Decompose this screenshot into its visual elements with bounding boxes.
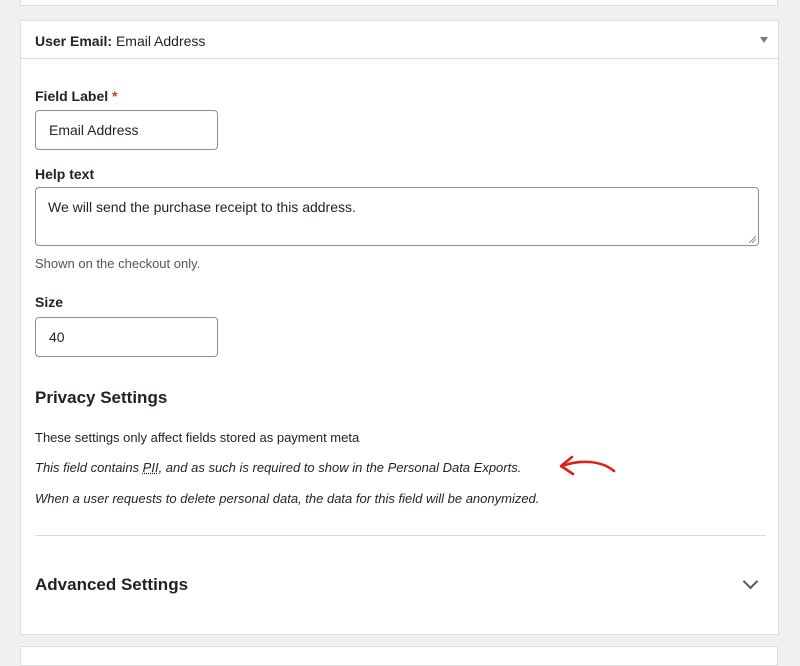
collapse-toggle-icon[interactable] — [760, 37, 768, 43]
field-label-text: Field Label — [35, 88, 108, 104]
next-field-panel — [20, 646, 778, 666]
previous-field-panel — [20, 0, 778, 6]
help-text-value: We will send the purchase receipt to thi… — [48, 199, 356, 215]
size-value: 40 — [49, 329, 65, 345]
field-label-input[interactable]: Email Address — [35, 110, 218, 150]
field-label-heading: Field Label * — [35, 87, 117, 105]
privacy-note-anonymize: When a user requests to delete personal … — [35, 491, 539, 507]
field-type-separator: : — [107, 33, 112, 49]
card-title: User Email: Email Address — [35, 32, 205, 50]
field-label-value: Email Address — [49, 122, 138, 138]
advanced-settings-heading[interactable]: Advanced Settings — [35, 574, 188, 596]
pii-suffix: , and as such is required to show in the… — [159, 460, 522, 475]
chevron-down-icon[interactable] — [743, 574, 759, 590]
pii-prefix: This field contains — [35, 460, 143, 475]
annotation-arrow-icon — [556, 449, 618, 479]
help-text-description: Shown on the checkout only. — [35, 256, 200, 272]
section-divider — [35, 535, 766, 536]
help-text-heading: Help text — [35, 165, 94, 183]
field-settings-card: User Email: Email Address Field Label * … — [20, 20, 779, 635]
size-heading: Size — [35, 293, 63, 311]
card-header[interactable]: User Email: Email Address — [21, 21, 778, 59]
field-name-label: Email Address — [116, 33, 205, 49]
privacy-note-payment-meta: These settings only affect fields stored… — [35, 430, 359, 446]
help-text-textarea[interactable]: We will send the purchase receipt to thi… — [35, 187, 759, 246]
field-type-label: User Email — [35, 33, 107, 49]
size-input[interactable]: 40 — [35, 317, 218, 357]
resize-grip-icon[interactable] — [748, 235, 756, 243]
required-asterisk: * — [112, 88, 117, 104]
privacy-settings-heading: Privacy Settings — [35, 387, 167, 409]
privacy-note-pii: This field contains PII, and as such is … — [35, 460, 521, 476]
pii-abbr: PII — [143, 460, 159, 475]
